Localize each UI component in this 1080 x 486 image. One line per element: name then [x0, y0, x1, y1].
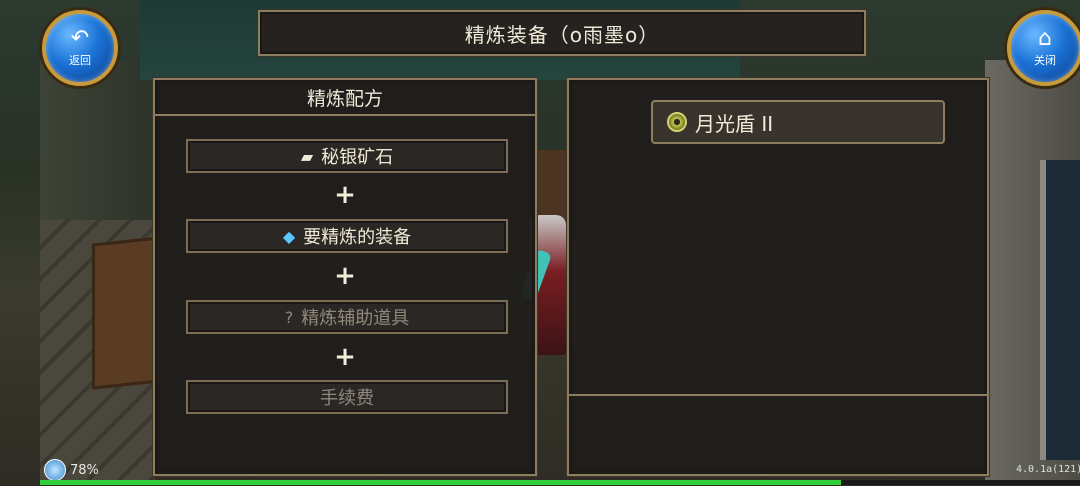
- slot-label: 秘银矿石: [321, 147, 394, 168]
- equipment-name: 月光盾 II: [695, 111, 774, 136]
- scene-sign: [92, 236, 160, 390]
- close-button[interactable]: ⌂ 关闭: [1007, 10, 1080, 86]
- slot-label: 精炼辅助道具: [301, 308, 410, 329]
- equipment-slot[interactable]: ◆ 要精炼的装备: [186, 219, 508, 253]
- equipment-icon: ◆: [282, 226, 296, 246]
- back-arrow-icon: ↶: [70, 26, 90, 51]
- panel-divider: [569, 394, 987, 396]
- fee-slot: 手续费: [186, 380, 508, 414]
- plus-sign: +: [334, 261, 356, 291]
- progress-fill: [40, 480, 841, 485]
- recipe-panel-header: 精炼配方: [155, 80, 535, 116]
- back-button[interactable]: ↶ 返回: [42, 10, 118, 86]
- slot-label: 手续费: [320, 388, 374, 409]
- equipment-list-panel: 月光盾 II: [567, 78, 989, 476]
- refine-recipe-panel: 精炼配方 ▰ 秘银矿石 + ◆ 要精炼的装备 + ? 精炼辅助道具 + 手续费: [153, 78, 537, 476]
- scene-barrel: [533, 150, 569, 220]
- question-icon: ?: [284, 307, 294, 327]
- back-button-label: 返回: [69, 54, 91, 67]
- plus-sign: +: [334, 342, 356, 372]
- material-slot-mithril-ore[interactable]: ▰ 秘银矿石: [186, 139, 508, 173]
- window-title: 精炼装备（o雨墨o）: [464, 22, 660, 47]
- battery-percent: 78%: [70, 462, 99, 478]
- auxiliary-item-slot[interactable]: ? 精炼辅助道具: [186, 300, 508, 334]
- close-button-label: 关闭: [1034, 54, 1056, 67]
- equipment-list-item[interactable]: 月光盾 II: [651, 100, 945, 144]
- shield-ring-icon: [667, 112, 687, 132]
- scene-wall: [40, 60, 155, 220]
- battery-icon: [44, 459, 66, 481]
- battery-indicator: 78%: [44, 459, 99, 481]
- slot-label: 要精炼的装备: [303, 227, 412, 248]
- ore-icon: ▰: [300, 146, 314, 166]
- plus-sign: +: [334, 180, 356, 210]
- scene-window: [1040, 160, 1080, 460]
- home-icon: ⌂: [1038, 26, 1052, 51]
- window-title-bar: 精炼装备（o雨墨o）: [258, 10, 866, 56]
- version-label: 4.0.1a(121): [1016, 464, 1080, 475]
- loading-progress-bar: [40, 480, 1080, 485]
- recipe-panel-title: 精炼配方: [306, 87, 383, 110]
